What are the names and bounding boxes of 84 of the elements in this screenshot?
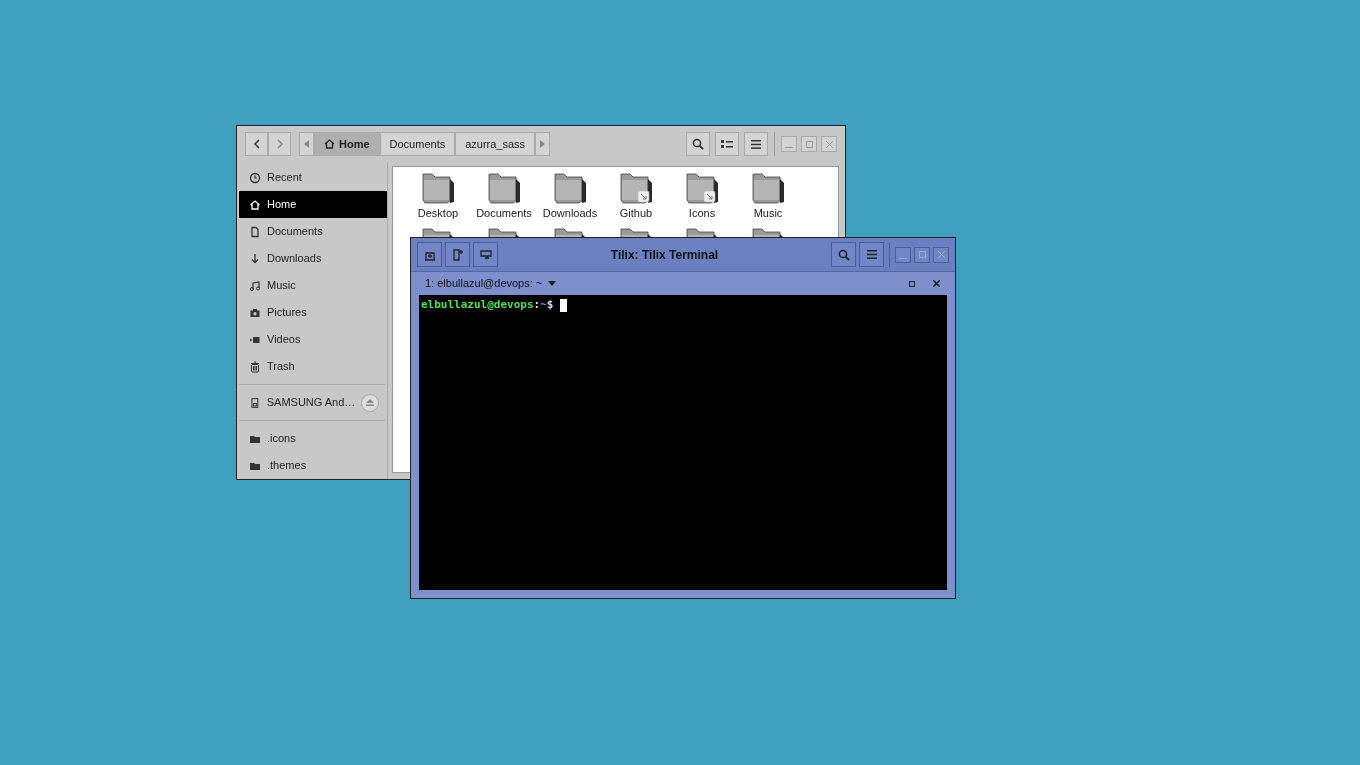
path-scroll-left-button[interactable]: [299, 132, 314, 156]
list-view-icon: [721, 139, 733, 149]
search-button[interactable]: [686, 132, 710, 156]
prompt-symbol: $: [546, 297, 554, 313]
window-title: Tilix: Tilix Terminal: [609, 246, 720, 264]
menu-button[interactable]: [859, 242, 884, 267]
session-tab[interactable]: 1: elbullazul@devops: ~: [425, 275, 557, 292]
drive-icon: [249, 396, 261, 409]
menu-icon: [751, 139, 761, 149]
sidebar-item[interactable]: .icons: [239, 425, 387, 452]
close-icon: [825, 140, 833, 148]
path-button[interactable]: Home: [314, 132, 380, 156]
maximize-button[interactable]: [914, 246, 930, 263]
maximize-terminal-button[interactable]: [907, 278, 917, 289]
folder-item[interactable]: Downloads: [537, 171, 603, 222]
close-button[interactable]: [933, 246, 949, 263]
folder-icon: [420, 171, 456, 205]
back-icon: [252, 139, 261, 149]
path-scroll-right-button[interactable]: [535, 132, 551, 156]
folder-item[interactable]: Github: [603, 171, 669, 222]
sidebar-item[interactable]: Pictures: [239, 299, 387, 326]
close-button[interactable]: [821, 136, 837, 152]
close-icon: [937, 251, 945, 258]
sidebar-item[interactable]: SAMSUNG And…: [239, 389, 387, 416]
folder-item[interactable]: Icons: [669, 171, 735, 222]
music-note-icon: [249, 279, 261, 292]
menu-button[interactable]: [744, 132, 768, 156]
forward-icon: [275, 139, 284, 149]
minimize-button[interactable]: [895, 246, 911, 263]
path-button[interactable]: Documents: [379, 132, 456, 156]
search-icon: [692, 138, 704, 150]
download-arrow-icon: [249, 252, 261, 265]
minimize-icon: [785, 147, 793, 148]
clock-icon: [249, 171, 261, 184]
maximize-icon: [909, 280, 915, 287]
close-icon: [932, 280, 940, 287]
folder-item[interactable]: Documents: [471, 171, 537, 222]
sidebar-item[interactable]: Documents: [239, 218, 387, 245]
minimize-button[interactable]: [781, 136, 797, 152]
view-toggle-button[interactable]: [715, 132, 739, 156]
trash-icon: [249, 360, 261, 373]
sidebar-item[interactable]: Trash: [239, 353, 387, 380]
home-icon: [249, 198, 261, 211]
sidebar-item[interactable]: .themes: [239, 452, 387, 479]
search-icon: [837, 248, 850, 261]
prompt-user: elbullazul@devops: [421, 297, 534, 313]
maximize-button[interactable]: [801, 136, 817, 152]
camera-icon: [249, 306, 261, 319]
close-terminal-button[interactable]: [931, 278, 941, 289]
split-icon: [452, 248, 463, 261]
folder-icon: [552, 171, 588, 205]
add-terminal-button[interactable]: [417, 242, 442, 267]
folder-icon: [750, 171, 786, 205]
split-down-button[interactable]: [445, 242, 470, 267]
home-icon: [324, 139, 335, 149]
path-button[interactable]: azurra_sass: [455, 132, 536, 156]
split-icon: [479, 249, 492, 260]
folder-icon: [486, 171, 522, 205]
document-icon: [249, 225, 261, 238]
eject-button[interactable]: [361, 393, 379, 412]
right-arrow-icon: [540, 140, 546, 148]
search-button[interactable]: [831, 242, 856, 267]
sidebar-item[interactable]: Downloads: [239, 245, 387, 272]
folder-link-icon: [684, 171, 720, 205]
eject-icon: [366, 399, 375, 406]
split-right-button[interactable]: [473, 242, 498, 267]
prompt-directory: ~: [540, 297, 547, 313]
left-arrow-icon: [304, 140, 309, 148]
maximize-icon: [805, 140, 813, 148]
sidebar-item[interactable]: Recent: [239, 164, 387, 191]
folder-item[interactable]: Music: [735, 171, 801, 222]
menu-icon: [866, 250, 877, 259]
minimize-icon: [899, 257, 907, 259]
sidebar-item[interactable]: Videos: [239, 326, 387, 353]
sidebar-item[interactable]: Home: [239, 191, 387, 218]
sidebar-item[interactable]: Music: [239, 272, 387, 299]
forward-button[interactable]: [268, 132, 291, 156]
prompt-separator: :: [533, 297, 541, 313]
text-cursor: [560, 298, 568, 312]
back-button[interactable]: [245, 132, 268, 156]
dropdown-icon: [548, 281, 557, 286]
maximize-icon: [918, 251, 926, 258]
folder-link-icon: [618, 171, 654, 205]
folder-item[interactable]: Desktop: [405, 171, 471, 222]
